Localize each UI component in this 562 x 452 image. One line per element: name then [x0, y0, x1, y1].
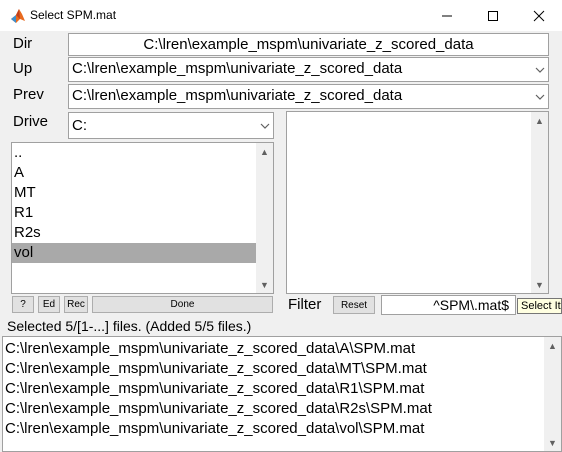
list-item[interactable]: C:\lren\example_mspm\univariate_z_scored… [5, 420, 424, 437]
list-item[interactable]: R2s [14, 223, 41, 243]
matlab-icon [10, 8, 26, 24]
list-item-selected[interactable]: vol [14, 243, 33, 263]
filter-label: Filter [288, 296, 322, 313]
list-item[interactable]: R1 [14, 203, 33, 223]
list-item[interactable]: A [14, 163, 24, 183]
up-label: Up [13, 60, 33, 77]
list-item[interactable]: C:\lren\example_mspm\univariate_z_scored… [5, 380, 424, 397]
scroll-down-icon[interactable]: ▼ [544, 434, 561, 451]
drive-dropdown[interactable]: C: [68, 112, 274, 139]
window-title: Select SPM.mat [30, 8, 117, 22]
directory-list[interactable]: .. A MT R1 R2s vol ▲ ▼ [11, 142, 274, 294]
list-item[interactable]: MT [14, 183, 36, 203]
help-button[interactable]: ? [12, 296, 34, 313]
up-dropdown[interactable]: C:\lren\example_mspm\univariate_z_scored… [68, 57, 549, 82]
filter-input[interactable]: ^SPM\.mat$ [381, 295, 516, 315]
drive-value: C: [72, 117, 87, 134]
drive-label: Drive [13, 113, 49, 130]
prev-label: Prev [13, 86, 44, 103]
dir-field[interactable]: C:\lren\example_mspm\univariate_z_scored… [68, 33, 549, 56]
scroll-up-icon[interactable]: ▲ [256, 143, 273, 160]
title-bar: Select SPM.mat [0, 0, 562, 31]
scroll-down-icon[interactable]: ▼ [531, 276, 548, 293]
up-value: C:\lren\example_mspm\univariate_z_scored… [72, 60, 403, 77]
prev-value: C:\lren\example_mspm\univariate_z_scored… [72, 87, 403, 104]
tooltip: Select It [517, 298, 562, 314]
selected-files-list[interactable]: C:\lren\example_mspm\univariate_z_scored… [2, 336, 562, 452]
prev-dropdown[interactable]: C:\lren\example_mspm\univariate_z_scored… [68, 84, 549, 109]
minimize-icon [442, 15, 452, 16]
file-list[interactable]: ▲ ▼ [286, 111, 549, 294]
list-item[interactable]: C:\lren\example_mspm\univariate_z_scored… [5, 340, 415, 357]
edit-button[interactable]: Ed [38, 296, 60, 313]
chevron-down-icon [531, 85, 548, 108]
maximize-icon [488, 10, 498, 21]
scroll-up-icon[interactable]: ▲ [544, 337, 561, 354]
minimize-button[interactable] [424, 0, 470, 31]
scrollbar[interactable]: ▲ ▼ [256, 143, 273, 293]
list-item[interactable]: C:\lren\example_mspm\univariate_z_scored… [5, 400, 432, 417]
list-item[interactable]: .. [14, 143, 22, 163]
scroll-down-icon[interactable]: ▼ [256, 276, 273, 293]
done-button[interactable]: Done [92, 296, 273, 313]
chevron-down-icon [531, 58, 548, 81]
selection-highlight [12, 243, 257, 263]
dir-label: Dir [13, 35, 33, 52]
recursive-button[interactable]: Rec [64, 296, 88, 313]
status-text: Selected 5/[1-...] files. (Added 5/5 fil… [7, 318, 252, 334]
scrollbar[interactable]: ▲ ▼ [544, 337, 561, 451]
close-icon [533, 10, 545, 21]
reset-button[interactable]: Reset [333, 296, 375, 314]
scrollbar[interactable]: ▲ ▼ [531, 112, 548, 293]
chevron-down-icon [256, 113, 273, 138]
close-button[interactable] [516, 0, 562, 31]
list-item[interactable]: C:\lren\example_mspm\univariate_z_scored… [5, 360, 427, 377]
maximize-button[interactable] [470, 0, 516, 31]
scroll-up-icon[interactable]: ▲ [531, 112, 548, 129]
